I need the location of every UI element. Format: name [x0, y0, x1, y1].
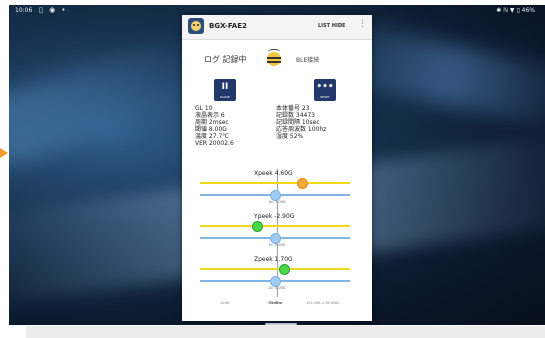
system-status: ✱ ℕ ▼ ▯ 46% — [496, 7, 535, 14]
stat-humidity: 湿度 52% — [276, 133, 304, 140]
x-peak-track — [200, 182, 350, 184]
stat-period: 周期 2msec — [195, 119, 229, 126]
stat-temperature: 温度 27.7℃ — [195, 133, 230, 140]
ip-address: 192.168.0.36:8080 — [306, 301, 340, 305]
signal-strength-a: ◦ -42dB — [216, 301, 230, 305]
footer-status: ◦ -42dB -55dBm 192.168.0.36:8080 — [182, 299, 372, 311]
y-peak-knob[interactable] — [252, 221, 263, 232]
bee-app-icon — [188, 18, 204, 34]
arrow-right-icon — [0, 148, 8, 158]
pause-caption: PAUSE — [220, 95, 230, 99]
reset-icon: ••• — [316, 82, 334, 92]
pause-icon: II — [221, 82, 229, 92]
y-peek-label: Ypeek -2.90G — [254, 213, 295, 220]
notification-icons: ▯ ◉ • — [39, 6, 68, 14]
stats-left: GL 10 液晶表示 6 周期 2msec 閾値 8.00G 温度 27.7℃ … — [195, 105, 234, 147]
stat-record-interval: 記録間隔 10sec — [276, 119, 320, 126]
x-peak-knob[interactable] — [297, 178, 308, 189]
z-peak-track — [200, 268, 350, 270]
x-axis-gauge: Xpeek 4.60G Xc: 1.00G — [182, 170, 372, 214]
z-current-label: Zc: 0.00G — [268, 286, 286, 290]
stat-device-number: 本体番号 23 — [276, 105, 310, 112]
y-peak-track — [200, 225, 350, 227]
more-menu-icon[interactable]: ⋮ — [358, 20, 367, 29]
z-axis-gauge: Zpeek 1.70G Zc: 0.00G — [182, 256, 372, 300]
stat-version: VER 20002.6 — [195, 140, 234, 147]
list-hide-button[interactable]: LIST HIDE — [318, 23, 345, 29]
stat-display: 液晶表示 6 — [195, 112, 225, 119]
status-time: 10:06 — [15, 7, 33, 14]
app-window: BGX-FAE2 LIST HIDE ⋮ ログ 記録中 BLE接続 II PAU… — [182, 15, 372, 321]
x-current-label: Xc: 1.00G — [268, 200, 286, 204]
divider — [26, 326, 545, 338]
recording-row: ログ 記録中 BLE接続 — [182, 49, 372, 69]
stat-gl: GL 10 — [195, 105, 213, 112]
stat-response-frequency: 応答周波数 100hz — [276, 126, 327, 133]
signal-strength-b: -55dBm — [267, 301, 283, 305]
ble-status: BLE接続 — [296, 57, 320, 64]
app-bar: BGX-FAE2 LIST HIDE ⋮ — [182, 15, 372, 40]
y-current-label: Yc: 0.00G — [268, 243, 286, 247]
x-peek-label: Xpeek 4.60G — [254, 170, 293, 177]
reset-button[interactable]: ••• RESET — [314, 79, 336, 101]
reset-caption: RESET — [320, 95, 330, 99]
z-peak-knob[interactable] — [279, 264, 290, 275]
y-axis-gauge: Ypeek -2.90G Yc: 0.00G — [182, 213, 372, 257]
recording-label: ログ 記録中 — [204, 55, 247, 64]
stat-threshold: 閾値 8.00G — [195, 126, 227, 133]
stats-right: 本体番号 23 記録数 34473 記録間隔 10sec 応答周波数 100hz… — [276, 105, 326, 140]
app-title: BGX-FAE2 — [209, 22, 247, 30]
gesture-nav-handle[interactable] — [265, 323, 297, 325]
bee-icon — [263, 49, 285, 69]
pause-button[interactable]: II PAUSE — [214, 79, 236, 101]
z-peek-label: Zpeek 1.70G — [254, 256, 293, 263]
stat-record-count: 記録数 34473 — [276, 112, 315, 119]
